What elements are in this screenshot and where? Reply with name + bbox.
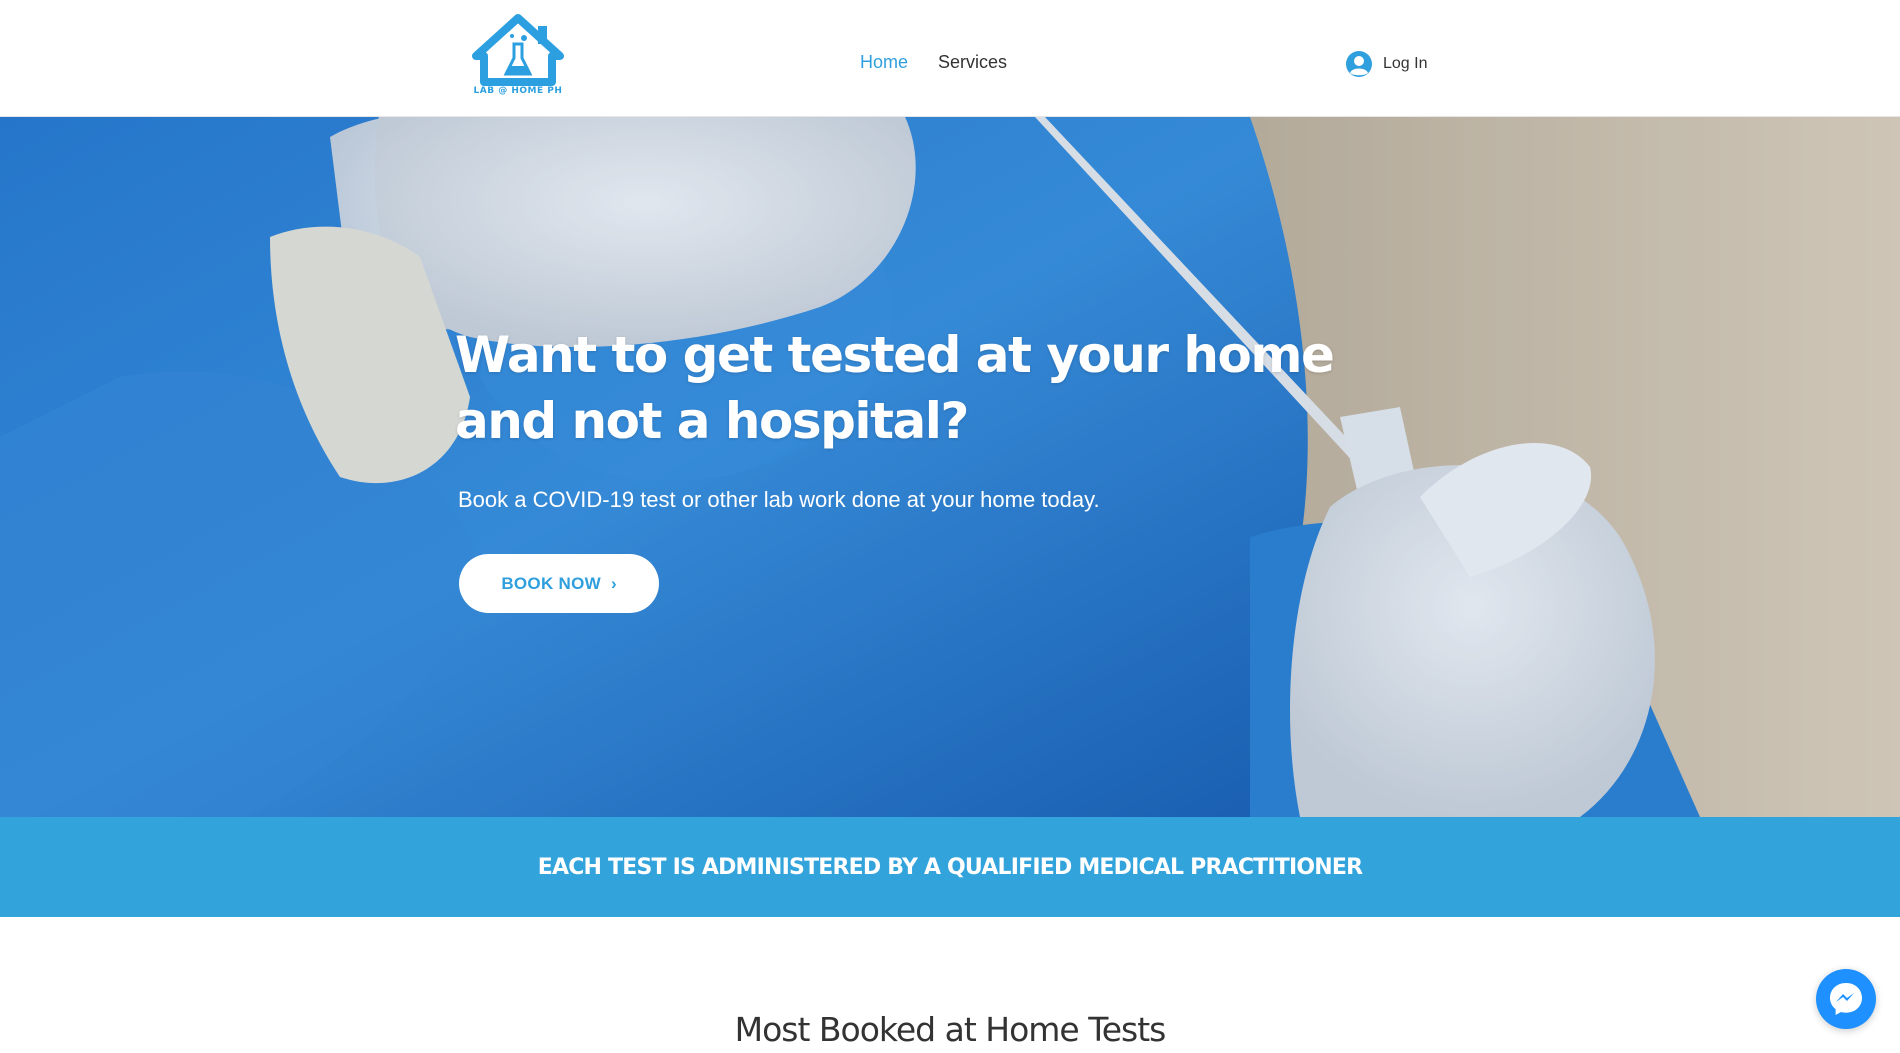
info-banner: EACH TEST IS ADMINISTERED BY A QUALIFIED… [0, 817, 1900, 917]
book-now-button[interactable]: BOOK NOW › [459, 554, 659, 613]
hero-title: Want to get tested at your home and not … [455, 326, 1335, 450]
book-now-label: BOOK NOW [501, 573, 601, 593]
messenger-chat-button[interactable] [1816, 969, 1876, 1029]
login-label: Log In [1383, 55, 1428, 72]
login-button[interactable]: Log In [1345, 50, 1427, 78]
nav-item-services[interactable]: Services [938, 52, 1007, 73]
section-title: Most Booked at Home Tests [734, 1010, 1167, 1049]
banner-text: EACH TEST IS ADMINISTERED BY A QUALIFIED… [537, 854, 1363, 880]
nav-item-home[interactable]: Home [860, 52, 908, 73]
chevron-right-icon: › [611, 573, 617, 593]
messenger-icon [1830, 983, 1862, 1015]
user-avatar-icon [1346, 51, 1372, 77]
hero-background-image [0, 117, 1900, 817]
main-nav: Home Services [860, 52, 1007, 73]
hero-subtitle: Book a COVID-19 test or other lab work d… [458, 487, 1100, 512]
site-header: LAB @ HOME PH Home Services Log In [0, 0, 1900, 117]
house-flask-icon [472, 14, 564, 86]
hero-section: Want to get tested at your home and not … [0, 117, 1900, 817]
logo-text: LAB @ HOME PH [473, 86, 563, 96]
site-logo[interactable]: LAB @ HOME PH [472, 14, 564, 102]
